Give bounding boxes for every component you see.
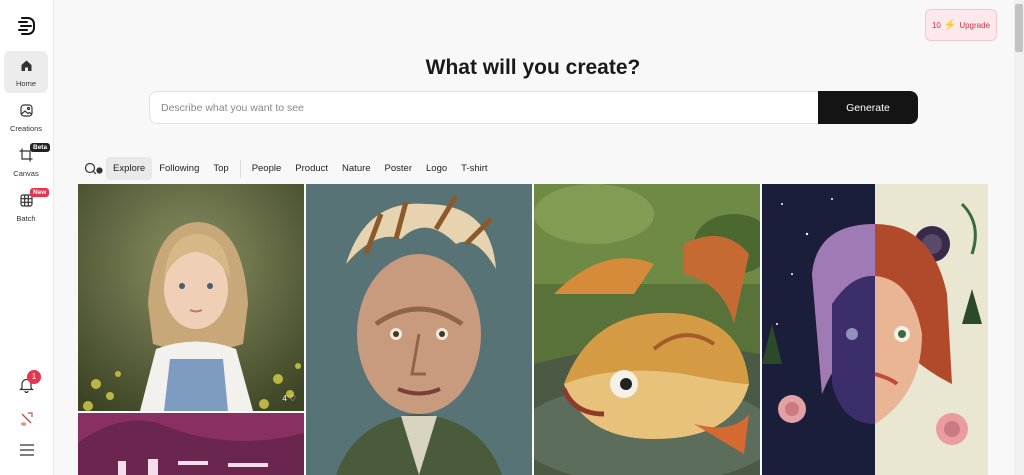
filter-tab-poster[interactable]: Poster (378, 157, 419, 180)
filter-tab-following[interactable]: Following (152, 157, 206, 180)
generate-button[interactable]: Generate (818, 91, 918, 124)
upgrade-label: Upgrade (959, 20, 991, 30)
filter-divider (239, 159, 241, 178)
sidebar-item-label: Batch (16, 214, 36, 223)
upgrade-button[interactable]: 10 ⚡ Upgrade (925, 9, 997, 41)
page-scrollbar[interactable] (1014, 0, 1024, 475)
heart-icon: ♡ (288, 394, 296, 403)
brand-logo-icon[interactable] (15, 14, 39, 38)
filter-bar: Explore Following Top People Product Nat… (83, 156, 495, 181)
bolt-icon: ⚡ (943, 19, 957, 31)
sidebar-item-batch[interactable]: Batch New (4, 186, 50, 228)
filter-tab-explore[interactable]: Explore (106, 157, 153, 180)
gallery-card[interactable]: 4 ♡ (78, 184, 304, 411)
child-portrait-image (78, 184, 304, 411)
page-title: What will you create? (425, 56, 641, 79)
new-badge: New (30, 188, 50, 197)
prompt-input[interactable] (150, 92, 818, 123)
sidebar-item-canvas[interactable]: Canvas Beta (4, 141, 51, 183)
image-icon (18, 102, 34, 118)
like-counter[interactable]: 4 ♡ (282, 394, 296, 403)
gallery-card[interactable] (306, 184, 532, 475)
menu-icon[interactable] (19, 443, 35, 459)
gallery-card[interactable] (534, 184, 760, 475)
notification-count-badge: 1 (27, 370, 41, 384)
filter-tab-nature[interactable]: Nature (335, 157, 378, 180)
filter-tab-top[interactable]: Top (206, 157, 235, 180)
sidebar-item-creations[interactable]: Creations (4, 96, 48, 138)
brush-icon[interactable] (19, 411, 35, 427)
fish-image (534, 184, 760, 475)
painted-portrait-image (306, 184, 532, 475)
filter-tab-logo[interactable]: Logo (419, 157, 454, 180)
filter-tab-product[interactable]: Product (288, 157, 335, 180)
filter-tab-people[interactable]: People (245, 157, 289, 180)
sidebar-item-label: Home (15, 79, 36, 88)
sidebar-item-label: Creations (9, 124, 43, 133)
filter-tab-tshirt[interactable]: T-shirt (454, 157, 494, 180)
prompt-box (149, 91, 818, 124)
app-root: Home Creations Canvas Beta Batch New 1 1… (0, 0, 1024, 475)
sidebar-item-label: Canvas (13, 169, 39, 178)
poster-image (78, 413, 304, 475)
split-face-illustration-image (762, 184, 988, 475)
search-icon[interactable] (83, 161, 105, 177)
gallery-card[interactable] (762, 184, 988, 475)
beta-badge: Beta (30, 143, 51, 152)
credits-count: 10 (931, 20, 941, 30)
scrollbar-thumb[interactable] (1015, 4, 1023, 52)
gallery-card[interactable] (78, 413, 304, 475)
